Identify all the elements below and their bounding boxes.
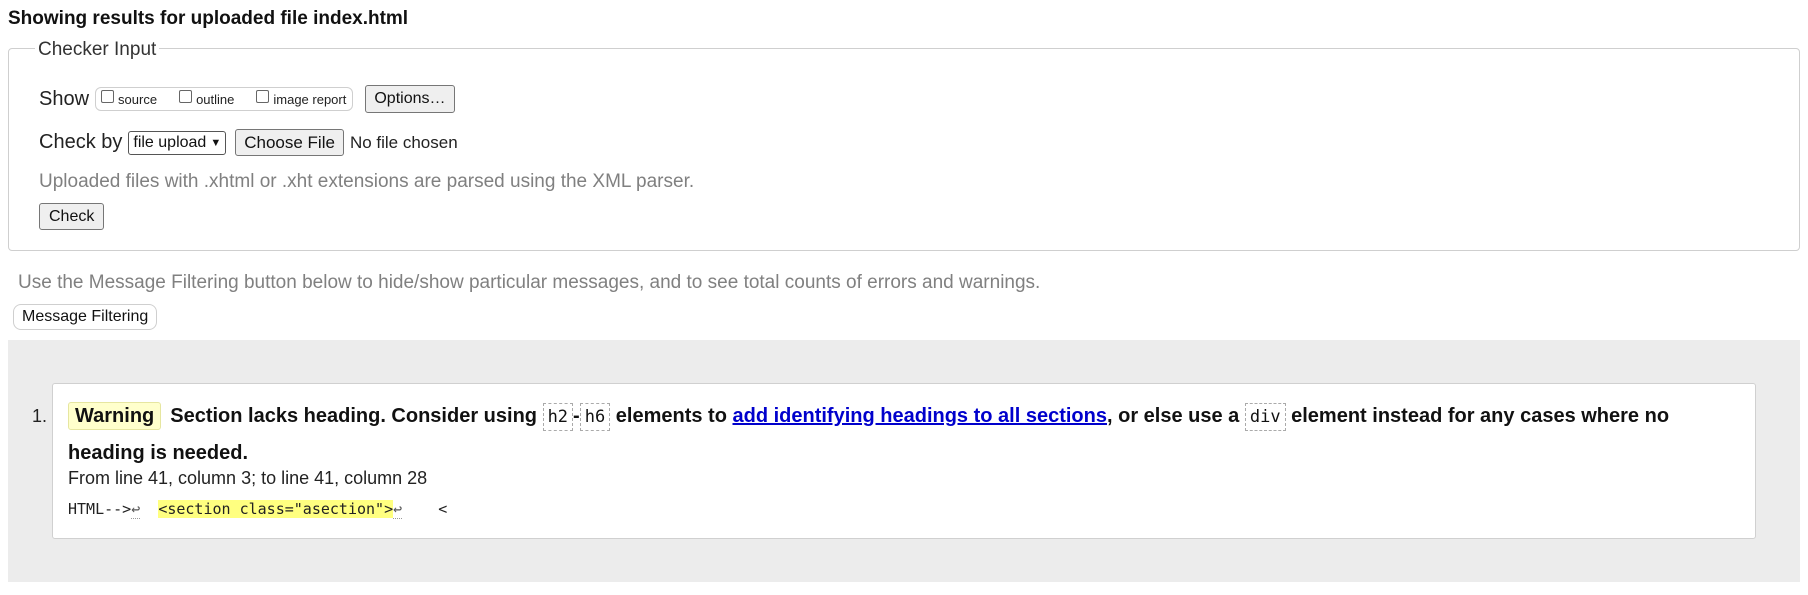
message-location: From line 41, column 3; to line 41, colu… — [68, 468, 428, 488]
chevron-down-icon: ▼ — [210, 136, 222, 149]
show-image-report-option[interactable]: image report — [256, 89, 347, 107]
source-extract: HTML-->↩ <section class="asection">↩ < — [68, 500, 448, 519]
show-label: Show — [39, 87, 90, 110]
checker-input-fieldset: Checker Input Show source outline image … — [8, 39, 1800, 251]
xml-parser-hint: Uploaded files with .xhtml or .xht exten… — [39, 171, 695, 192]
choose-file-button[interactable]: Choose File — [235, 129, 344, 156]
check-by-select[interactable]: file upload ▼ — [128, 130, 227, 155]
show-options-group: source outline image report — [95, 87, 354, 111]
message-text: Warning Section lacks heading. Consider u… — [68, 398, 1735, 472]
code-div: div — [1244, 403, 1286, 431]
messages-list: 1. Warning Section lacks heading. Conside… — [8, 340, 1800, 582]
check-by-row: Check by file upload ▼ Choose File No fi… — [39, 129, 458, 156]
warning-message: Warning Section lacks heading. Consider u… — [52, 383, 1756, 539]
message-number: 1. — [32, 406, 48, 426]
message-text-part-2: elements to — [615, 405, 727, 427]
image-report-checkbox[interactable] — [256, 89, 270, 103]
message-text-part-3: , or else use a — [1106, 405, 1240, 427]
image-report-checkbox-label: image report — [273, 91, 347, 107]
extract-after: < — [438, 500, 448, 518]
outline-checkbox[interactable] — [179, 89, 193, 103]
code-h2: h2 — [542, 403, 574, 431]
no-file-chosen-text: No file chosen — [349, 132, 458, 152]
source-checkbox-label: source — [118, 91, 158, 107]
extract-highlight: <section class="asection"> — [158, 500, 394, 518]
show-source-option[interactable]: source — [101, 89, 158, 107]
message-filtering-hint: Use the Message Filtering button below t… — [18, 272, 1041, 293]
headings-help-link[interactable]: add identifying headings to all sections — [732, 405, 1107, 427]
show-row: Show source outline image report Options… — [39, 85, 455, 113]
check-by-label: Check by — [39, 131, 123, 153]
check-button[interactable]: Check — [39, 203, 105, 230]
warning-badge: Warning — [68, 402, 162, 430]
show-outline-option[interactable]: outline — [179, 89, 235, 107]
message-text-part-1: Section lacks heading. Consider using — [170, 405, 537, 427]
code-dash: - — [573, 405, 580, 427]
checker-input-legend: Checker Input — [35, 39, 160, 61]
results-title: Showing results for uploaded file index.… — [8, 8, 409, 29]
line-feed-icon: ↩ — [393, 500, 403, 519]
message-filtering-button[interactable]: Message Filtering — [13, 304, 158, 330]
check-by-selected-value: file upload — [133, 133, 207, 151]
line-feed-icon: ↩ — [131, 500, 141, 519]
outline-checkbox-label: outline — [196, 91, 235, 107]
options-button[interactable]: Options… — [365, 85, 455, 113]
source-checkbox[interactable] — [101, 89, 115, 103]
extract-before: HTML--> — [68, 500, 132, 518]
code-h6: h6 — [579, 403, 611, 431]
